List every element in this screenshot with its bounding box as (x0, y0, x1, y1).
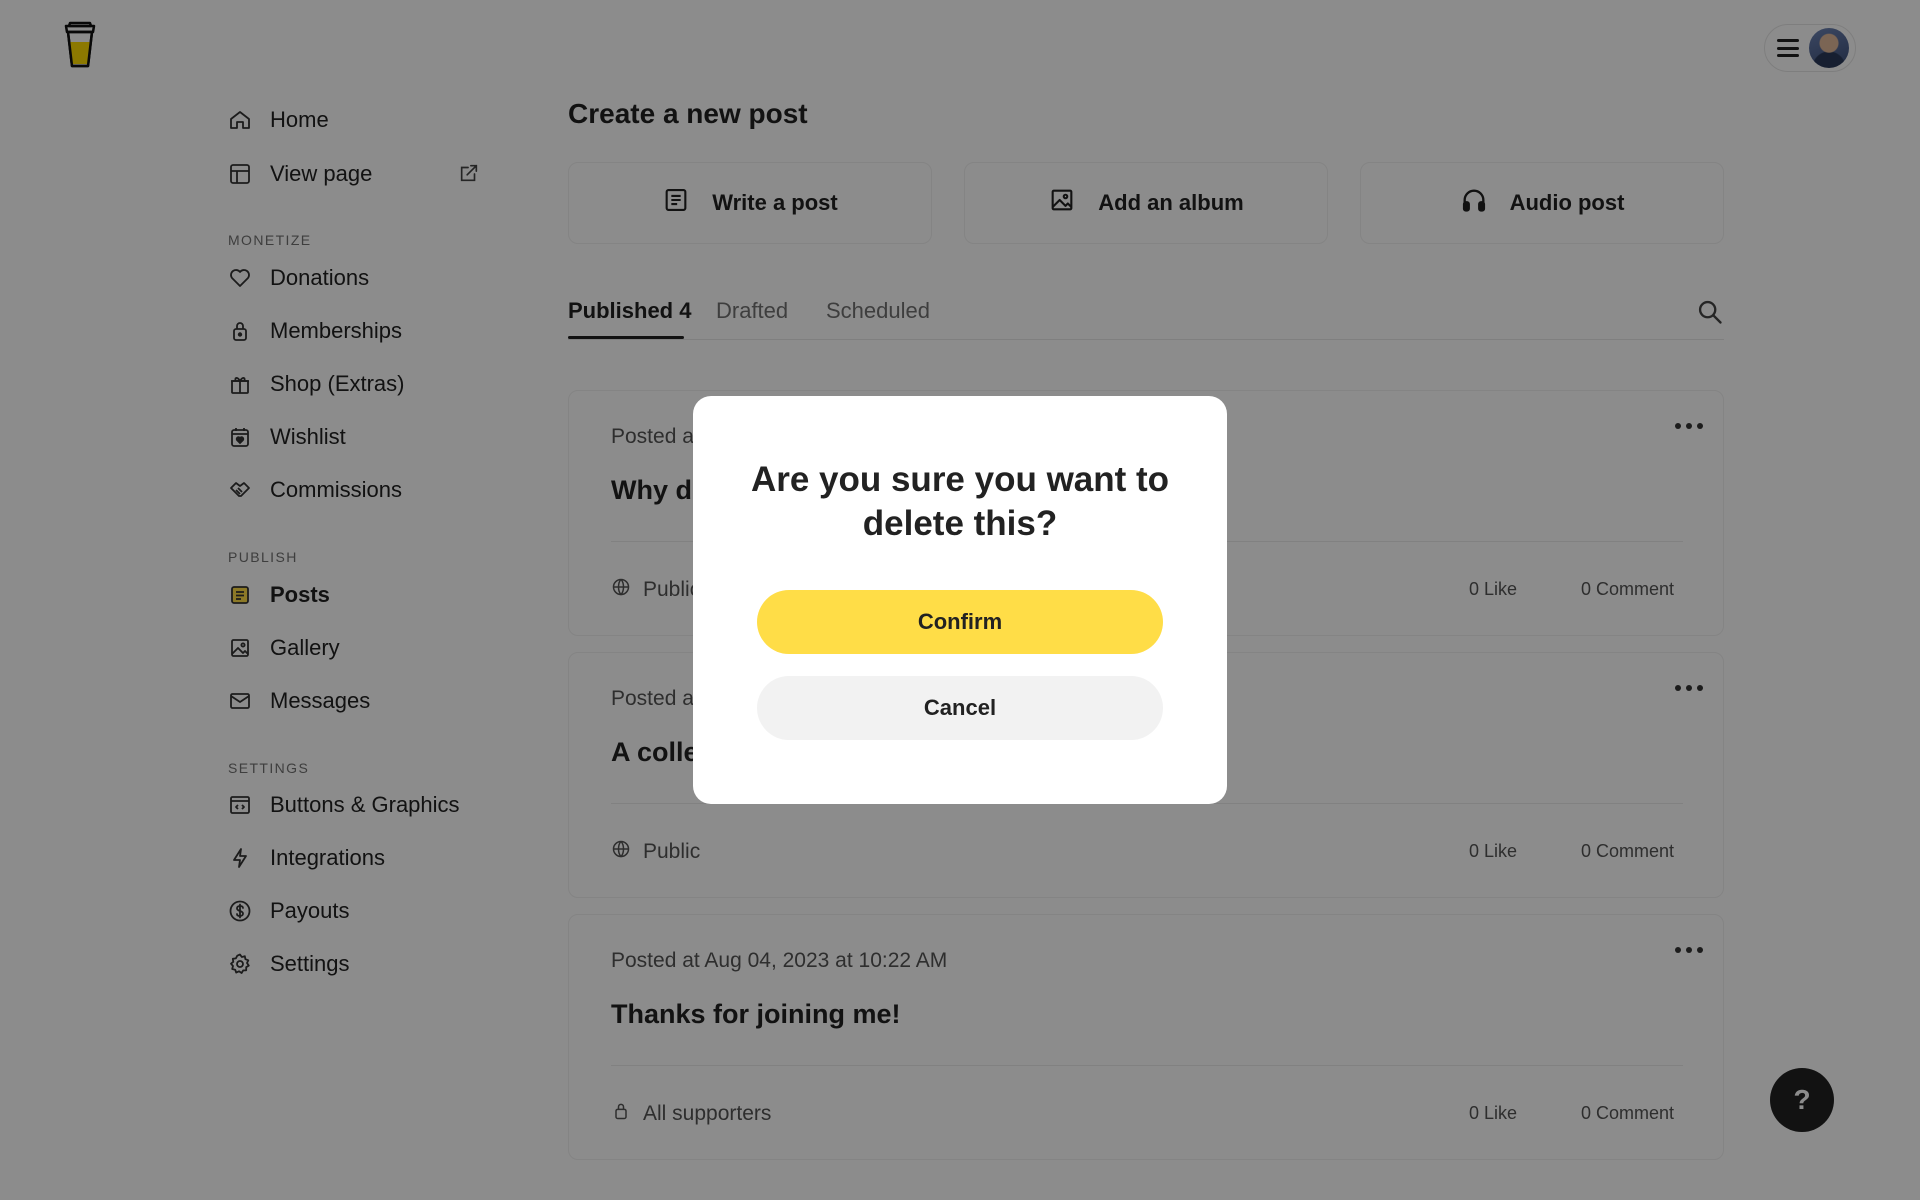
delete-confirmation-dialog: Are you sure you want to delete this? Co… (693, 396, 1227, 804)
app-root: Home View page MONETIZE Donations Member… (0, 0, 1920, 1200)
confirm-button[interactable]: Confirm (757, 590, 1163, 654)
dialog-title: Are you sure you want to delete this? (750, 460, 1170, 543)
cancel-button[interactable]: Cancel (757, 676, 1163, 740)
